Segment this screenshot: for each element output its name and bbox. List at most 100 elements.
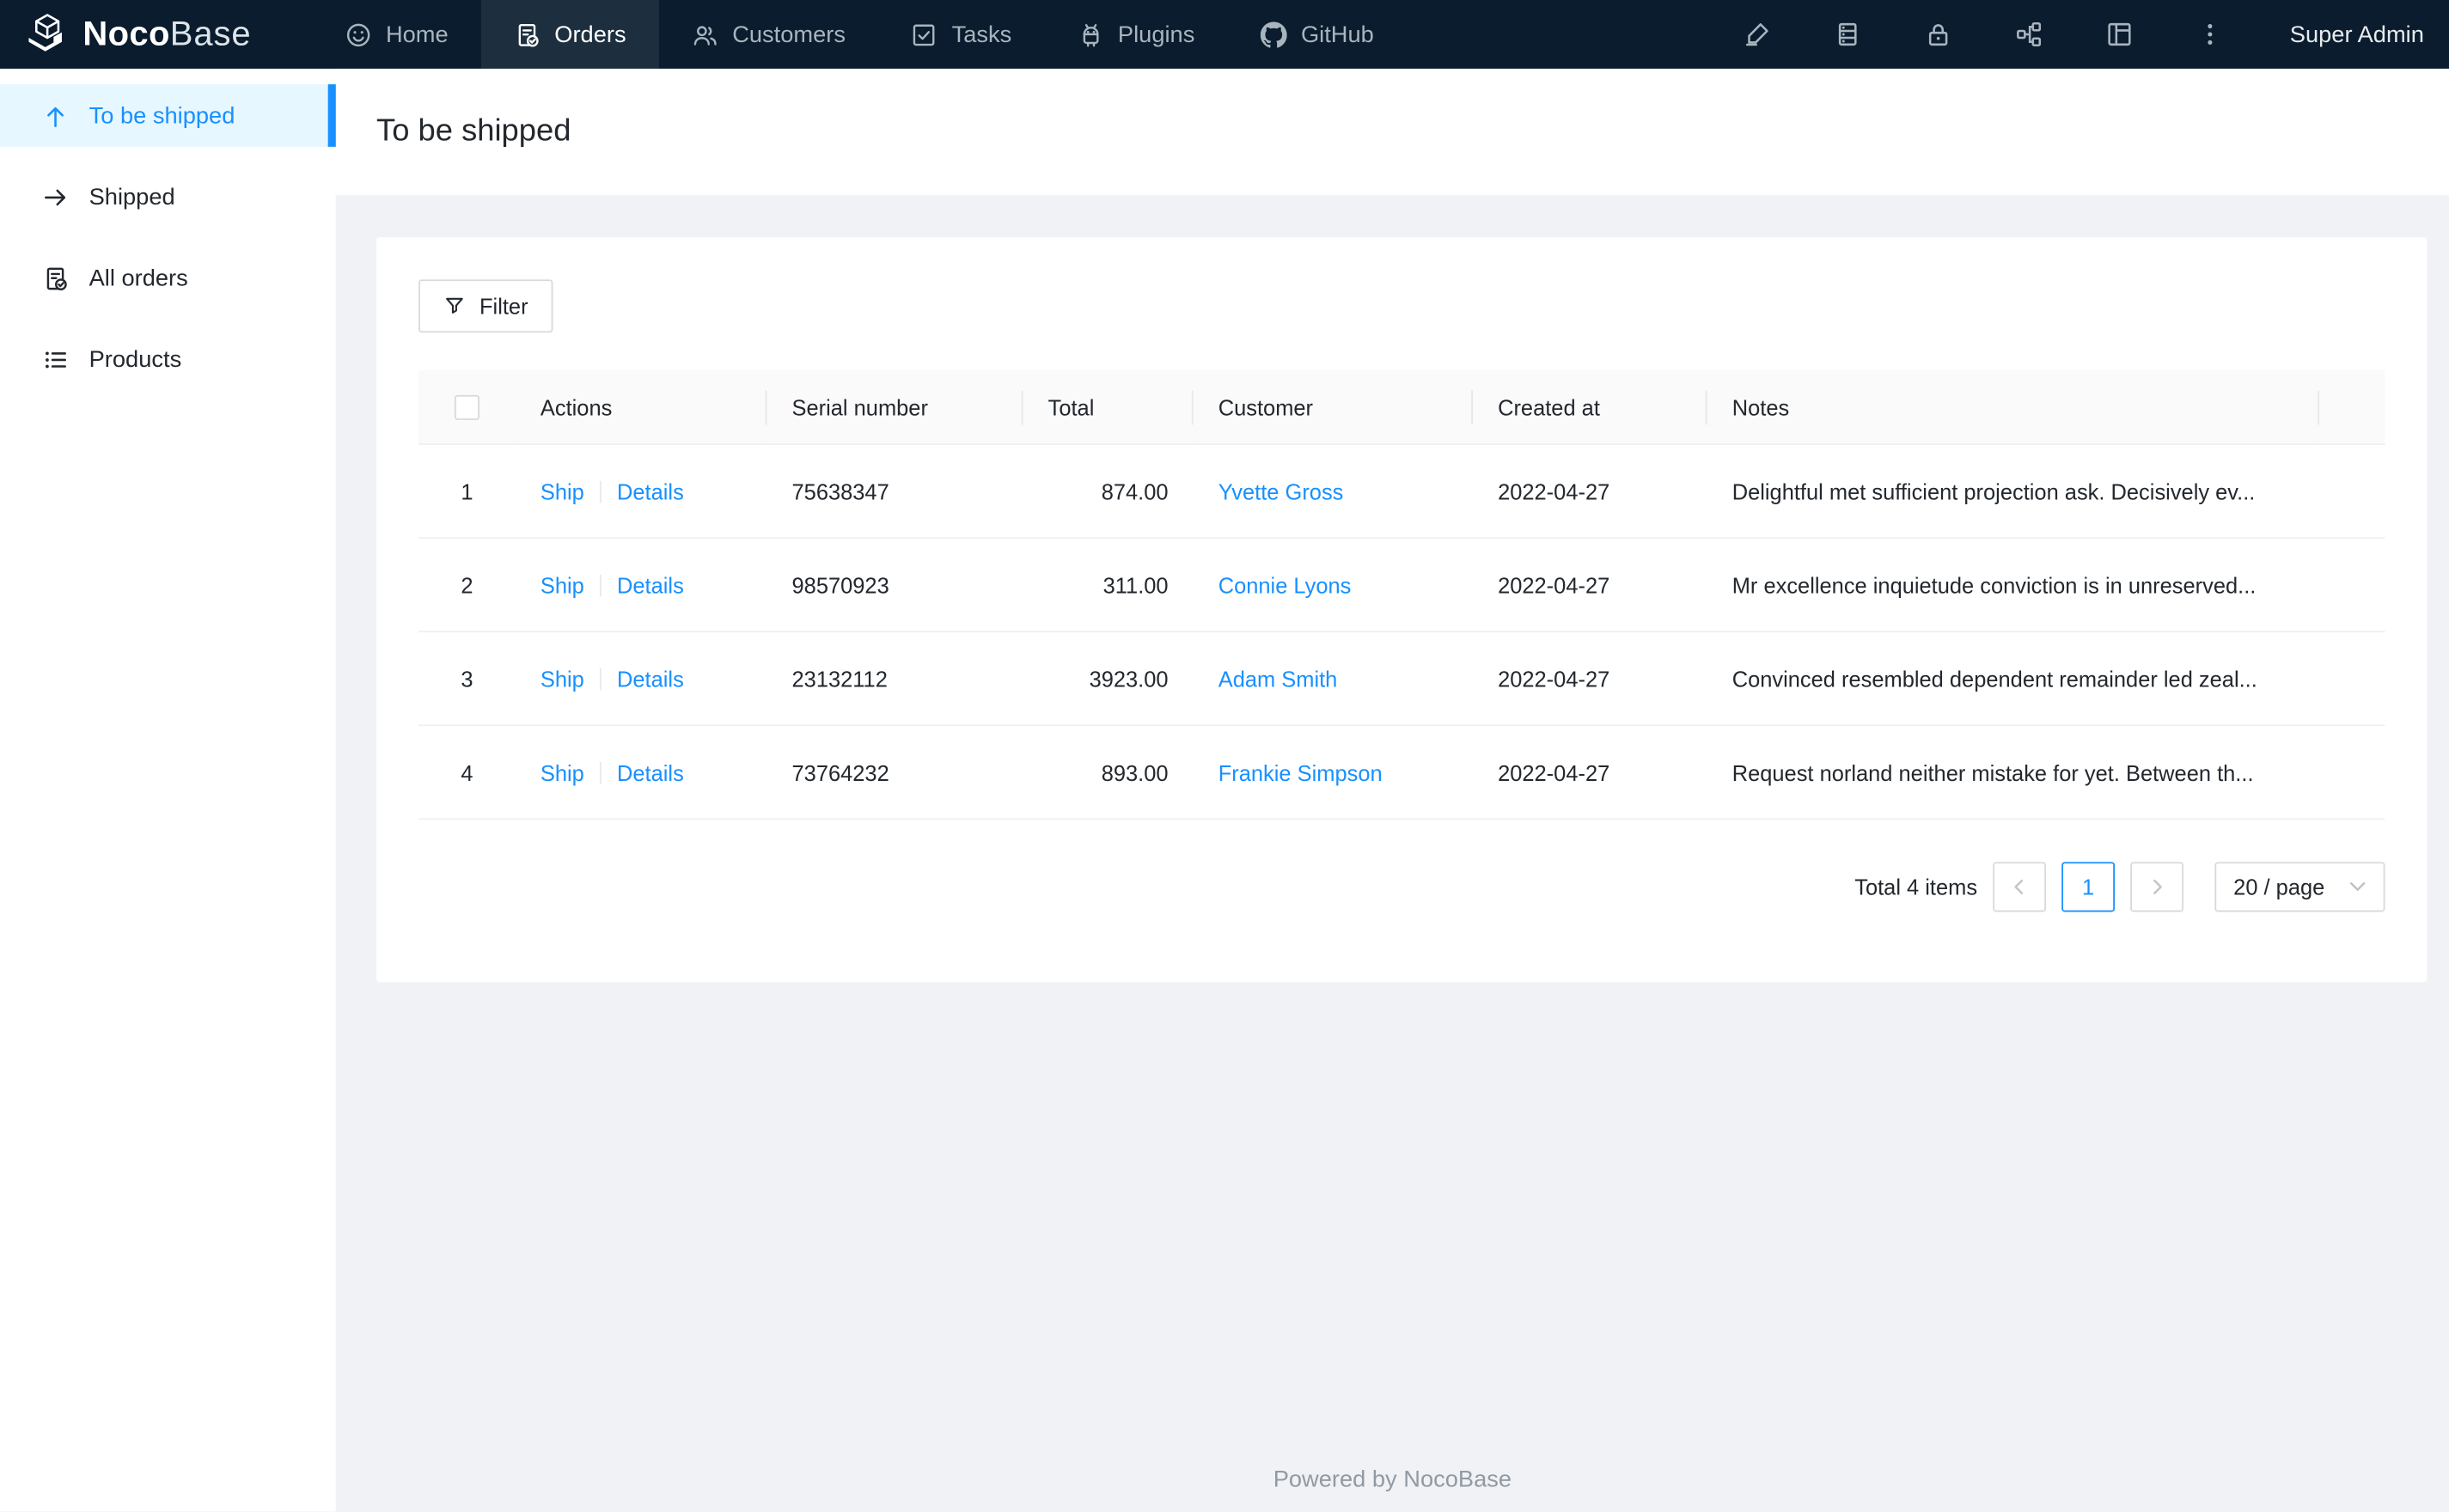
nav-item-tasks[interactable]: Tasks: [878, 0, 1044, 69]
pagination-total: Total 4 items: [1854, 874, 1978, 899]
layout-icon[interactable]: [2074, 0, 2165, 69]
sidebar-item-products[interactable]: Products: [0, 328, 336, 391]
row-created-at: 2022-04-27: [1472, 726, 1707, 820]
action-divider: [600, 573, 602, 596]
action-divider: [600, 479, 602, 503]
details-link[interactable]: Details: [617, 759, 684, 784]
nocobase-logo-icon: [28, 14, 62, 52]
github-icon: [1260, 21, 1287, 48]
row-serial-number: 73764232: [766, 726, 1023, 820]
row-serial-number: 23132112: [766, 632, 1023, 727]
table-row: 3 Ship Details 23132112 3923.00 Adam Smit…: [418, 632, 2385, 727]
table-row: 2 Ship Details 98570923 311.00 Connie Lyo…: [418, 539, 2385, 633]
sidebar-item-label: All orders: [89, 265, 188, 291]
nav-item-label: Orders: [554, 21, 626, 48]
team-icon: [692, 21, 718, 48]
details-link[interactable]: Details: [617, 666, 684, 691]
customer-link[interactable]: Connie Lyons: [1218, 572, 1352, 597]
check-square-icon: [911, 21, 937, 48]
customer-link[interactable]: Adam Smith: [1218, 666, 1338, 691]
arrow-up-icon: [42, 102, 69, 129]
orders-card: Filter Actions Serial number Total Custo…: [376, 237, 2428, 983]
table-row: 4 Ship Details 73764232 893.00 Frankie Si…: [418, 726, 2385, 820]
unordered-list-icon: [42, 346, 69, 373]
nav-item-label: Customers: [732, 21, 846, 48]
customer-link[interactable]: Yvette Gross: [1218, 479, 1344, 503]
row-actions: Ship Details: [515, 632, 767, 727]
row-serial-number: 75638347: [766, 445, 1023, 540]
table-header-row: Actions Serial number Total Customer Cre…: [418, 369, 2385, 446]
pagination-next-button[interactable]: [2130, 862, 2184, 912]
app-window: Noco Base Home Orders Customers Tasks Pl…: [0, 0, 2449, 1512]
sidebar-item-to-be-shipped[interactable]: To be shipped: [0, 84, 336, 147]
database-icon[interactable]: [1803, 0, 1893, 69]
sidebar-item-label: To be shipped: [89, 102, 235, 129]
column-header-total: Total: [1023, 369, 1194, 446]
logo[interactable]: Noco Base: [0, 0, 313, 69]
nav-item-home[interactable]: Home: [313, 0, 481, 69]
content: Filter Actions Serial number Total Custo…: [336, 195, 2449, 983]
nav-item-plugins[interactable]: Plugins: [1044, 0, 1227, 69]
row-created-at: 2022-04-27: [1472, 632, 1707, 727]
nav-item-label: Plugins: [1117, 21, 1195, 48]
highlighter-icon[interactable]: [1712, 0, 1802, 69]
chevron-down-icon: [2349, 881, 2367, 893]
table-header-spacer: [2319, 369, 2385, 446]
lock-icon[interactable]: [1893, 0, 1983, 69]
page-size-value: 20 / page: [2233, 874, 2325, 899]
layout: To be shipped Shipped All orders Product…: [0, 68, 2449, 1512]
nav-item-label: GitHub: [1300, 21, 1374, 48]
row-total: 874.00: [1023, 445, 1194, 540]
nav-item-orders[interactable]: Orders: [480, 0, 659, 69]
topbar: Noco Base Home Orders Customers Tasks Pl…: [0, 0, 2449, 69]
sidebar: To be shipped Shipped All orders Product…: [0, 68, 336, 1512]
details-link[interactable]: Details: [617, 479, 684, 503]
row-customer: Frankie Simpson: [1193, 726, 1473, 820]
pagination: Total 4 items 1 20 / page: [418, 862, 2385, 912]
robot-icon: [1078, 21, 1104, 48]
smile-icon: [345, 21, 372, 48]
row-customer: Connie Lyons: [1193, 539, 1473, 633]
partition-icon[interactable]: [1984, 0, 2074, 69]
row-index: 4: [418, 726, 516, 820]
row-notes: Delightful met sufficient projection ask…: [1707, 445, 2320, 540]
row-actions: Ship Details: [515, 539, 767, 633]
row-index: 1: [418, 445, 516, 540]
nav-item-customers[interactable]: Customers: [659, 0, 878, 69]
filter-button-label: Filter: [479, 293, 528, 319]
page-size-select[interactable]: 20 / page: [2214, 862, 2385, 912]
action-divider: [600, 761, 602, 783]
top-navigation: Home Orders Customers Tasks Plugins GitH…: [313, 0, 1407, 69]
ellipsis-vertical-icon[interactable]: [2165, 0, 2255, 69]
action-divider: [600, 668, 602, 690]
row-spacer: [2319, 539, 2385, 633]
row-created-at: 2022-04-27: [1472, 445, 1707, 540]
orders-table: Actions Serial number Total Customer Cre…: [418, 369, 2385, 820]
customer-link[interactable]: Frankie Simpson: [1218, 759, 1383, 784]
row-actions: Ship Details: [515, 726, 767, 820]
sidebar-item-all-orders[interactable]: All orders: [0, 247, 336, 309]
topbar-tools: [1712, 0, 2256, 69]
pagination-prev-button[interactable]: [1993, 862, 2047, 912]
page-header: To be shipped: [335, 68, 2449, 196]
ship-link[interactable]: Ship: [540, 666, 584, 691]
column-header-customer: Customer: [1193, 369, 1473, 446]
page-title: To be shipped: [376, 113, 571, 149]
nav-item-label: Home: [385, 21, 449, 48]
ship-link[interactable]: Ship: [540, 759, 584, 784]
row-spacer: [2319, 726, 2385, 820]
select-all-checkbox[interactable]: [454, 395, 480, 421]
file-done-icon: [514, 21, 540, 48]
sidebar-item-shipped[interactable]: Shipped: [0, 166, 336, 229]
pagination-page-1[interactable]: 1: [2061, 862, 2116, 912]
row-index: 3: [418, 632, 516, 727]
user-menu[interactable]: Super Admin: [2256, 0, 2449, 69]
details-link[interactable]: Details: [617, 572, 684, 597]
filter-button[interactable]: Filter: [418, 279, 553, 333]
row-customer: Yvette Gross: [1193, 445, 1473, 540]
ship-link[interactable]: Ship: [540, 479, 584, 503]
table-row: 1 Ship Details 75638347 874.00 Yvette Gro…: [418, 445, 2385, 540]
nav-item-github[interactable]: GitHub: [1228, 0, 1407, 69]
select-all-cell: [418, 369, 516, 446]
ship-link[interactable]: Ship: [540, 572, 584, 597]
